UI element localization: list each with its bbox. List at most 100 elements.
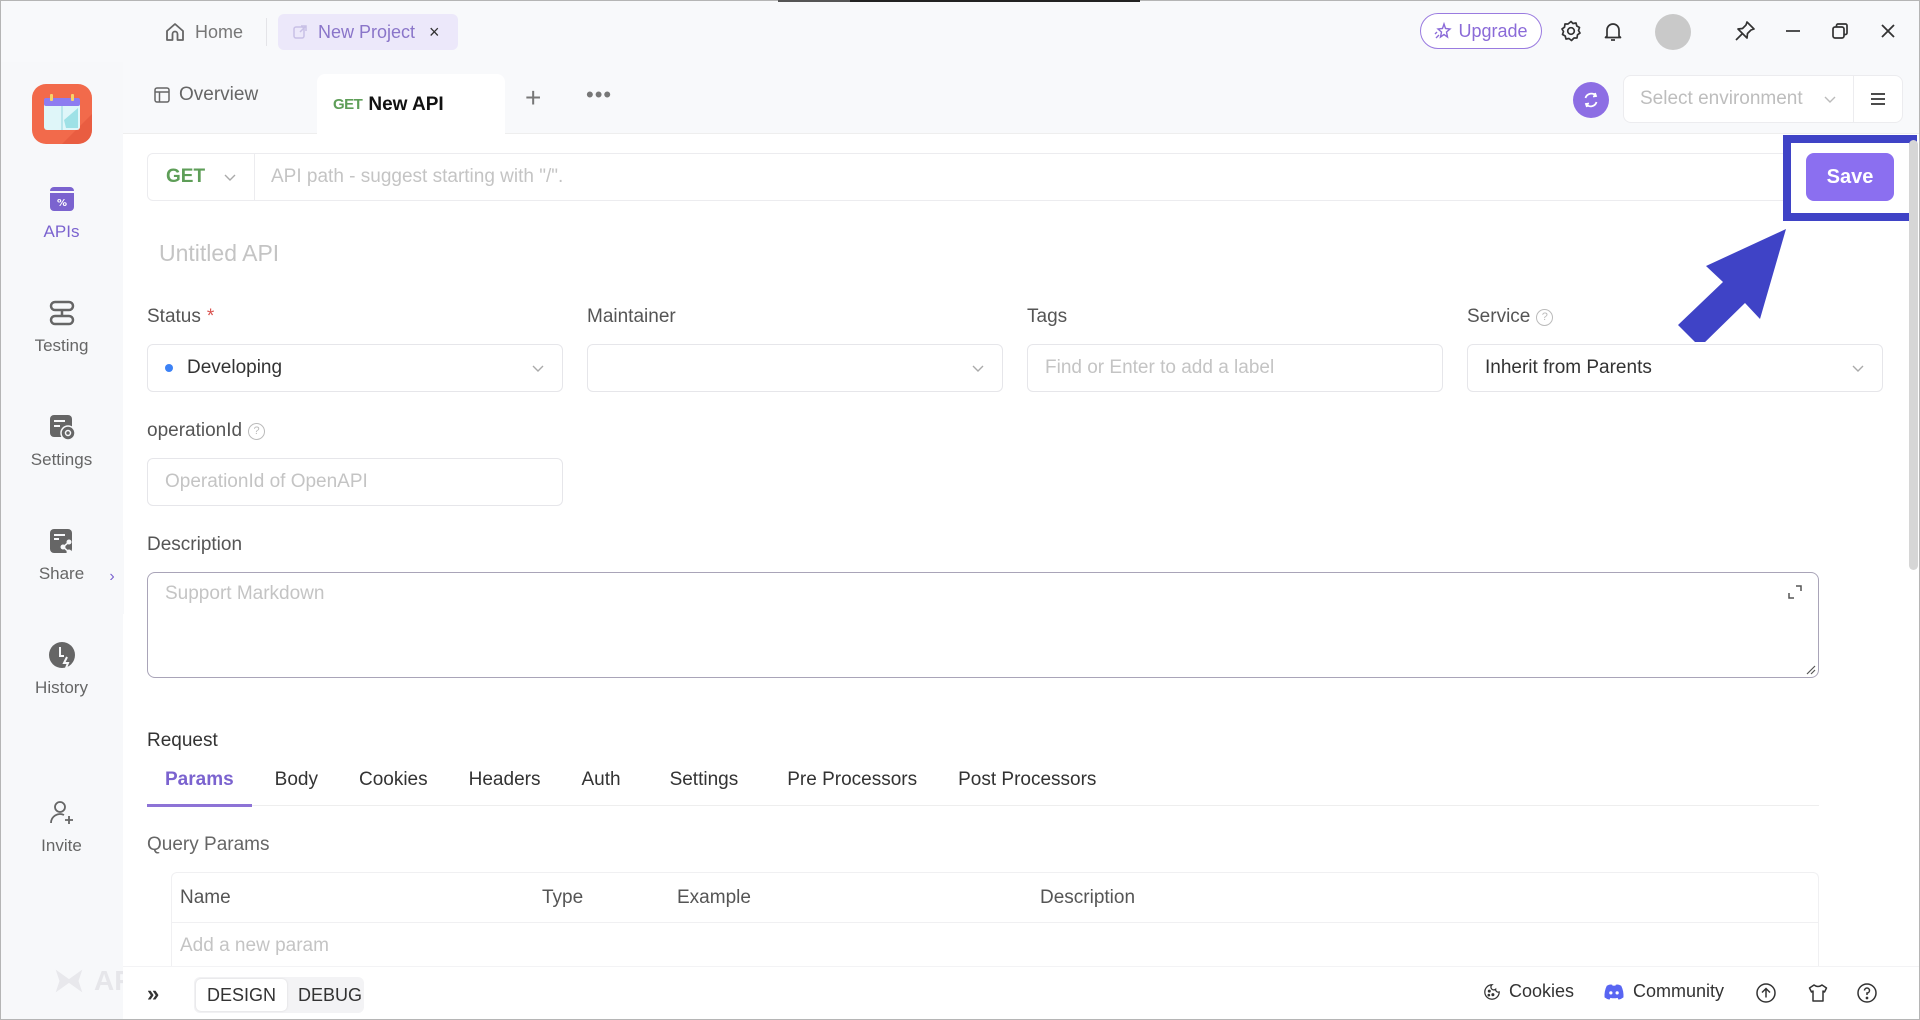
save-button[interactable]: Save: [1806, 153, 1894, 201]
sidebar-item-invite[interactable]: Invite: [0, 798, 123, 856]
request-section-title: Request: [147, 730, 218, 751]
close-tab-icon[interactable]: ×: [429, 22, 440, 43]
restore-window-icon[interactable]: [1828, 19, 1852, 43]
debug-mode-button[interactable]: DEBUG: [287, 979, 373, 1011]
tab-cookies[interactable]: Cookies: [341, 754, 446, 806]
brand-logo-icon: [55, 969, 83, 993]
api-path-input[interactable]: [255, 154, 1794, 200]
hamburger-menu-icon: [1871, 93, 1885, 105]
history-icon: [48, 642, 75, 669]
description-label: Description: [147, 534, 243, 555]
tab-headers[interactable]: Headers: [451, 754, 559, 806]
tags-placeholder: Find or Enter to add a label: [1045, 357, 1275, 378]
environment-menu-button[interactable]: [1853, 75, 1903, 123]
column-header-example: Example: [677, 887, 751, 908]
maintainer-select[interactable]: [587, 344, 1003, 392]
share-icon: [49, 529, 72, 555]
description-textarea[interactable]: Support Markdown: [147, 572, 1819, 678]
column-header-name: Name: [180, 887, 231, 908]
upload-icon[interactable]: [1755, 982, 1777, 1004]
tab-overview[interactable]: Overview: [153, 84, 258, 106]
app-logo[interactable]: [32, 84, 92, 144]
add-tab-button[interactable]: +: [525, 84, 541, 112]
vertical-scrollbar[interactable]: [1909, 140, 1918, 570]
tags-label: Tags: [1027, 306, 1068, 327]
close-window-icon[interactable]: [1876, 19, 1900, 43]
tags-input[interactable]: Find or Enter to add a label: [1027, 344, 1443, 392]
main-panel: Overview GET New API + ••• Select enviro…: [100, 62, 1920, 1020]
operation-id-input[interactable]: OperationId of OpenAPI: [147, 458, 563, 506]
operation-id-placeholder: OperationId of OpenAPI: [165, 471, 368, 492]
more-tabs-button[interactable]: •••: [586, 82, 612, 108]
status-value: Developing: [187, 357, 283, 378]
tab-new-api[interactable]: GET New API: [317, 74, 505, 135]
settings-gear-icon[interactable]: [1559, 19, 1583, 43]
mode-toggle: DESIGN DEBUG: [194, 977, 364, 1013]
project-tab[interactable]: New Project ×: [278, 14, 458, 50]
service-value: Inherit from Parents: [1485, 357, 1652, 378]
user-avatar[interactable]: [1655, 14, 1691, 50]
resize-handle-icon[interactable]: [1804, 663, 1816, 675]
title-accent-bar: [778, 0, 1140, 2]
maintainer-label: Maintainer: [587, 306, 676, 327]
upgrade-button[interactable]: Upgrade: [1420, 13, 1542, 49]
help-circle-icon[interactable]: [1856, 982, 1878, 1004]
tab-post-processors[interactable]: Post Processors: [940, 754, 1114, 806]
column-header-type: Type: [542, 887, 584, 908]
help-icon[interactable]: ?: [248, 422, 266, 440]
sidebar-item-label: Settings: [30, 450, 93, 469]
home-tab-label: Home: [195, 21, 244, 42]
upgrade-label: Upgrade: [1458, 20, 1528, 41]
tab-divider: [266, 18, 267, 46]
svg-text:%: %: [56, 198, 66, 209]
api-title-input[interactable]: Untitled API: [159, 240, 279, 267]
chevron-right-icon: ›: [109, 568, 115, 585]
status-select[interactable]: Developing: [147, 344, 563, 392]
expand-panel-handle[interactable]: ›: [100, 540, 124, 614]
method-value: GET: [166, 166, 206, 187]
tab-pre-processors[interactable]: Pre Processors: [769, 754, 935, 806]
design-mode-button[interactable]: DESIGN: [196, 979, 288, 1011]
method-select[interactable]: GET: [148, 154, 255, 200]
sparkle-icon: [1434, 22, 1453, 39]
sidebar-item-label: Testing: [34, 336, 89, 355]
cookies-button[interactable]: Cookies: [1483, 981, 1574, 1002]
status-label: Status *: [147, 306, 215, 327]
chevron-down-icon: [972, 365, 984, 372]
tab-body[interactable]: Body: [257, 754, 336, 806]
sidebar-item-label: Share: [38, 564, 85, 583]
sidebar-item-settings[interactable]: Settings: [0, 412, 123, 470]
sidebar-item-history[interactable]: History: [0, 640, 123, 698]
community-label: Community: [1633, 981, 1725, 1001]
status-dot: [165, 364, 173, 372]
help-icon[interactable]: ?: [1536, 308, 1554, 326]
api-icon: %: [49, 187, 74, 211]
sidebar-item-testing[interactable]: Testing: [0, 298, 123, 356]
pin-icon[interactable]: [1733, 19, 1757, 43]
notification-bell-icon[interactable]: [1601, 19, 1625, 43]
tab-params[interactable]: Params: [147, 754, 252, 807]
tab-settings[interactable]: Settings: [652, 754, 757, 806]
service-label: Service ?: [1467, 306, 1554, 328]
overview-icon: [154, 87, 170, 103]
expand-sidebar-button[interactable]: »: [147, 981, 159, 1007]
environment-sync-button[interactable]: [1573, 82, 1609, 118]
sidebar-item-apis[interactable]: % APIs: [0, 184, 123, 242]
community-button[interactable]: Community: [1603, 981, 1724, 1002]
minimize-icon[interactable]: [1781, 19, 1805, 43]
column-header-description: Description: [1040, 887, 1136, 908]
add-param-input[interactable]: Add a new param: [180, 935, 329, 957]
tab-auth[interactable]: Auth: [563, 754, 638, 806]
external-link-icon: [293, 25, 307, 39]
fullscreen-icon[interactable]: [1786, 583, 1804, 601]
tab-overview-label: Overview: [179, 84, 259, 105]
brand-watermark: AP: [50, 962, 133, 1000]
chevron-down-icon: [224, 174, 236, 181]
sidebar-item-label: Invite: [41, 836, 82, 855]
environment-select[interactable]: Select environment: [1623, 75, 1853, 123]
theme-skin-icon[interactable]: [1807, 982, 1829, 1004]
service-select[interactable]: Inherit from Parents: [1467, 344, 1883, 392]
bottom-bar: » DESIGN DEBUG Cookies Community: [123, 966, 1920, 1020]
home-tab[interactable]: Home: [163, 14, 243, 50]
required-marker: *: [206, 306, 215, 327]
